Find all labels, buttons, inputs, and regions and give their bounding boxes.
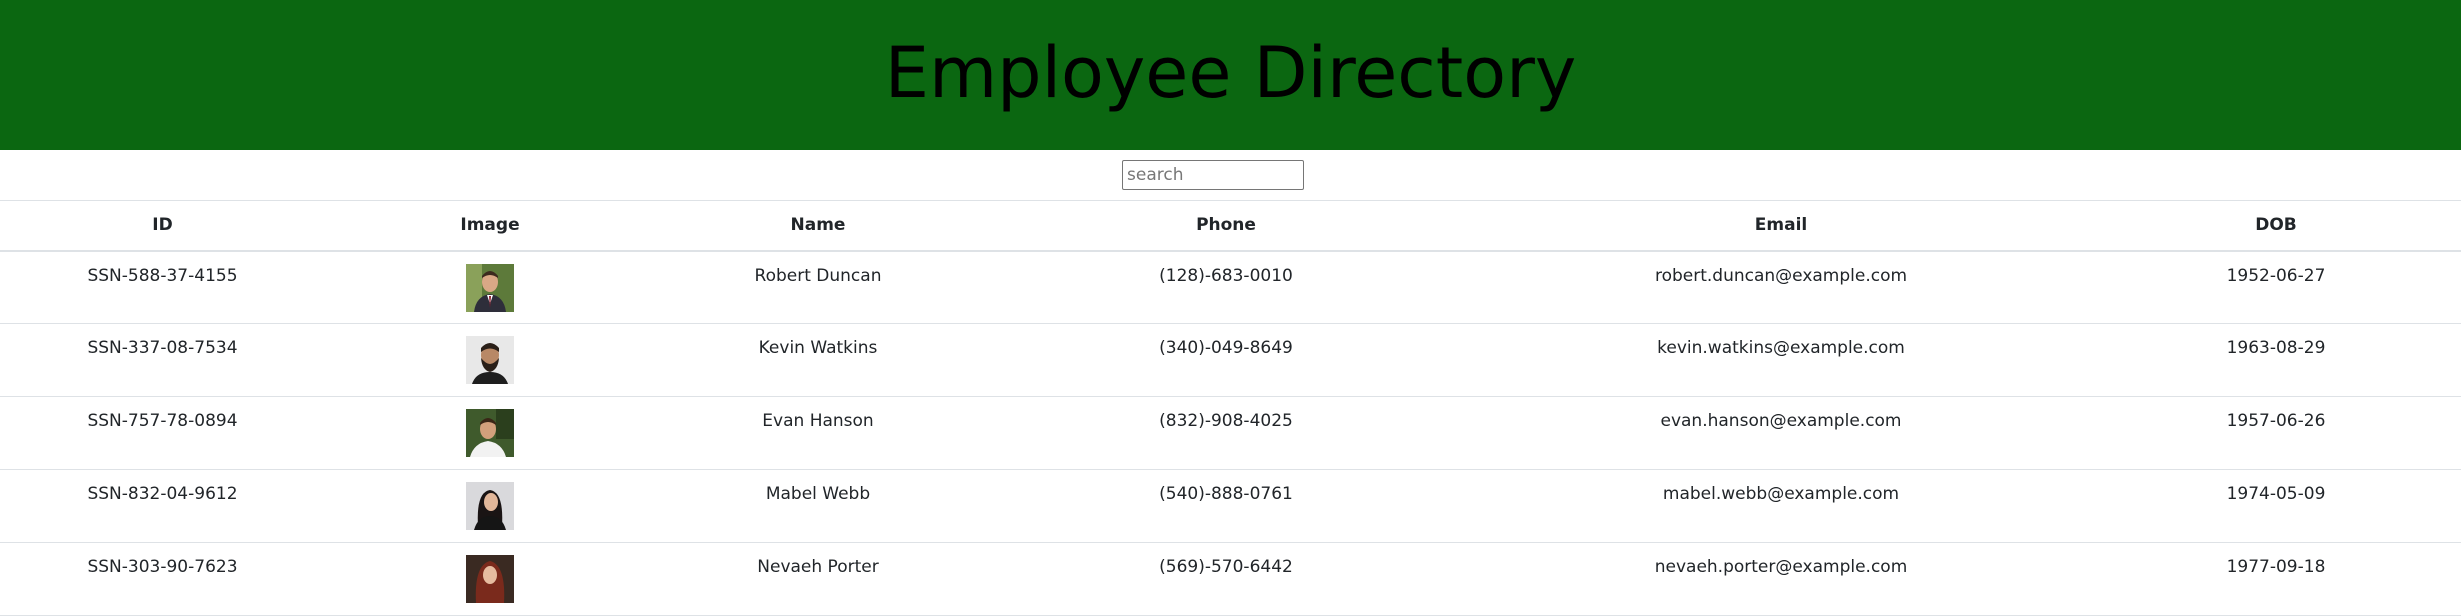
page-title: Employee Directory: [884, 32, 1577, 114]
search-input[interactable]: [1122, 160, 1304, 190]
cell-phone: (128)-683-0010: [1159, 265, 1293, 286]
cell-image: [325, 543, 655, 616]
table-row: SSN-588-37-4155 Robert Duncan (128)-683-…: [0, 251, 2461, 324]
bearded-man-avatar: [466, 336, 514, 384]
cell-phone: (569)-570-6442: [1159, 557, 1293, 577]
cell-name: Kevin Watkins: [758, 338, 878, 358]
cell-dob: 1974-05-09: [2226, 484, 2326, 504]
cell-dob: 1957-06-26: [2226, 411, 2326, 431]
column-header-image[interactable]: Image: [325, 201, 655, 251]
header-row: ID Image Name Phone Email DOB: [0, 200, 2461, 251]
cell-dob: 1977-09-18: [2226, 557, 2326, 577]
table-row: SSN-337-08-7534 Kevin Watkins (340)-049-…: [0, 324, 2461, 397]
cell-email: nevaeh.porter@example.com: [1654, 557, 1908, 577]
cell-image: [325, 397, 655, 470]
cell-name: Nevaeh Porter: [757, 557, 879, 577]
woman-red-hair-avatar: [466, 555, 514, 603]
cell-dob: 1963-08-29: [2226, 338, 2326, 358]
cell-dob: 1952-06-27: [2226, 265, 2326, 286]
table-row: SSN-832-04-9612 Mabel Webb (540)-888-076…: [0, 470, 2461, 543]
cell-id: SSN-337-08-7534: [87, 338, 238, 358]
cell-phone: (340)-049-8649: [1159, 338, 1293, 358]
cell-phone: (540)-888-0761: [1159, 484, 1293, 504]
table-body: SSN-588-37-4155 Robert Duncan (128)-683-…: [0, 251, 2461, 616]
cell-email: kevin.watkins@example.com: [1657, 338, 1905, 358]
cell-name: Evan Hanson: [762, 411, 874, 431]
table-row: SSN-303-90-7623 Nevaeh Porter (569)-570-…: [0, 543, 2461, 616]
cell-name: Mabel Webb: [765, 484, 871, 504]
man-outdoors-avatar: [466, 409, 514, 457]
cell-phone: (832)-908-4025: [1159, 411, 1293, 431]
cell-id: SSN-303-90-7623: [87, 557, 238, 577]
cell-image: [325, 470, 655, 543]
woman-dark-hair-avatar: [466, 482, 514, 530]
cell-id: SSN-832-04-9612: [87, 484, 238, 504]
cell-id: SSN-588-37-4155: [87, 265, 238, 286]
cell-email: evan.hanson@example.com: [1660, 411, 1902, 431]
cell-image: [325, 324, 655, 397]
column-header-dob[interactable]: DOB: [2091, 201, 2461, 251]
cell-name: Robert Duncan: [754, 265, 882, 286]
column-header-phone[interactable]: Phone: [981, 201, 1471, 251]
page-header: Employee Directory: [0, 0, 2461, 150]
column-header-id[interactable]: ID: [0, 201, 325, 251]
cell-id: SSN-757-78-0894: [87, 411, 238, 431]
table-header: ID Image Name Phone Email DOB: [0, 200, 2461, 251]
cell-image: [325, 251, 655, 324]
column-header-name[interactable]: Name: [655, 201, 981, 251]
employee-table: ID Image Name Phone Email DOB SSN-588-37…: [0, 200, 2461, 616]
cell-email: robert.duncan@example.com: [1654, 265, 1908, 286]
search-bar: [0, 150, 2461, 200]
column-header-email[interactable]: Email: [1471, 201, 2091, 251]
cell-email: mabel.webb@example.com: [1662, 484, 1900, 504]
man-in-suit-avatar: [466, 263, 514, 312]
table-row: SSN-757-78-0894 Evan Hanson (832)-908-40…: [0, 397, 2461, 470]
